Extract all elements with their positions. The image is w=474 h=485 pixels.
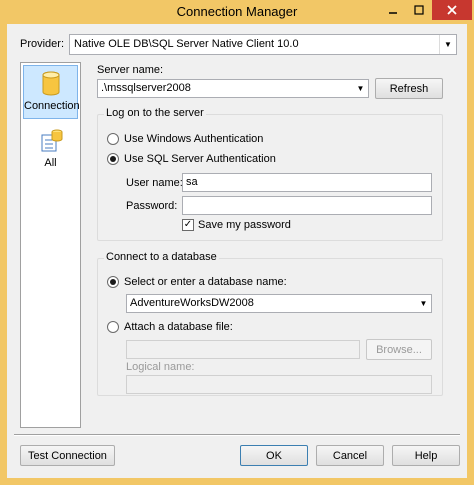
logical-name-label: Logical name: [126, 361, 195, 373]
chevron-down-icon[interactable]: ▼ [439, 35, 456, 54]
dialog-client: Provider: Native OLE DB\SQL Server Nativ… [7, 24, 467, 478]
database-name-combo[interactable]: AdventureWorksDW2008 ▼ [126, 294, 432, 313]
username-label: User name: [126, 177, 183, 189]
windows-auth-label: Use Windows Authentication [124, 133, 264, 145]
save-password-label: Save my password [198, 219, 291, 231]
save-password-checkbox[interactable]: ✓ Save my password [182, 219, 291, 231]
maximize-icon [414, 5, 424, 15]
all-properties-icon [41, 129, 62, 152]
password-label: Password: [126, 200, 178, 212]
database-group: Connect to a database Select or enter a … [97, 251, 443, 396]
chevron-down-icon[interactable]: ▼ [353, 80, 368, 97]
close-button[interactable] [432, 0, 472, 20]
database-group-title: Connect to a database [104, 251, 219, 263]
minimize-icon [389, 12, 397, 14]
nav-item-all[interactable]: All [23, 123, 78, 177]
connection-page: Server name: .\mssqlserver2008 ▼ Refresh… [95, 62, 457, 428]
test-connection-button[interactable]: Test Connection [20, 445, 115, 466]
attach-file-label: Attach a database file: [124, 321, 233, 333]
logical-name-input[interactable] [126, 375, 432, 394]
windows-auth-radio[interactable]: Use Windows Authentication [107, 133, 263, 145]
minimize-button[interactable] [380, 0, 406, 20]
server-name-combo[interactable]: .\mssqlserver2008 ▼ [97, 79, 369, 98]
footer-divider [14, 434, 460, 436]
radio-circle-selected [107, 153, 119, 165]
attach-file-input[interactable] [126, 340, 360, 359]
provider-value: Native OLE DB\SQL Server Native Client 1… [74, 38, 299, 50]
nav-label-connection: Connection [24, 100, 80, 112]
server-name-label: Server name: [97, 64, 164, 76]
maximize-button[interactable] [406, 0, 432, 20]
nav-item-connection[interactable]: Connection [23, 65, 80, 119]
help-button[interactable]: Help [392, 445, 460, 466]
radio-circle [107, 321, 119, 333]
navigation-pane: Connection All [20, 62, 81, 428]
ok-button[interactable]: OK [240, 445, 308, 466]
select-database-label: Select or enter a database name: [124, 276, 287, 288]
sql-auth-radio[interactable]: Use SQL Server Authentication [107, 153, 276, 165]
provider-label: Provider: [20, 38, 65, 50]
chevron-down-icon[interactable]: ▼ [416, 295, 431, 312]
cancel-button[interactable]: Cancel [316, 445, 384, 466]
logon-group-title: Log on to the server [104, 107, 206, 119]
checkbox-check-icon: ✓ [182, 219, 194, 231]
nav-label-all: All [44, 157, 57, 169]
window-frame: Connection Manager Provider: Native OLE … [0, 0, 474, 485]
refresh-button[interactable]: Refresh [375, 78, 443, 99]
database-name-value: AdventureWorksDW2008 [130, 297, 254, 309]
username-input[interactable]: sa [182, 173, 432, 192]
title-bar[interactable]: Connection Manager [0, 0, 474, 24]
radio-circle-selected [107, 276, 119, 288]
radio-circle [107, 133, 119, 145]
browse-button[interactable]: Browse... [366, 339, 432, 360]
close-icon [447, 5, 457, 15]
sql-auth-label: Use SQL Server Authentication [124, 153, 276, 165]
server-name-value: .\mssqlserver2008 [101, 82, 191, 94]
provider-select[interactable]: Native OLE DB\SQL Server Native Client 1… [69, 34, 457, 55]
logon-group: Log on to the server Use Windows Authent… [97, 107, 443, 241]
attach-file-radio[interactable]: Attach a database file: [107, 321, 233, 333]
database-cylinder-icon [42, 71, 59, 96]
select-database-radio[interactable]: Select or enter a database name: [107, 276, 287, 288]
password-input[interactable] [182, 196, 432, 215]
